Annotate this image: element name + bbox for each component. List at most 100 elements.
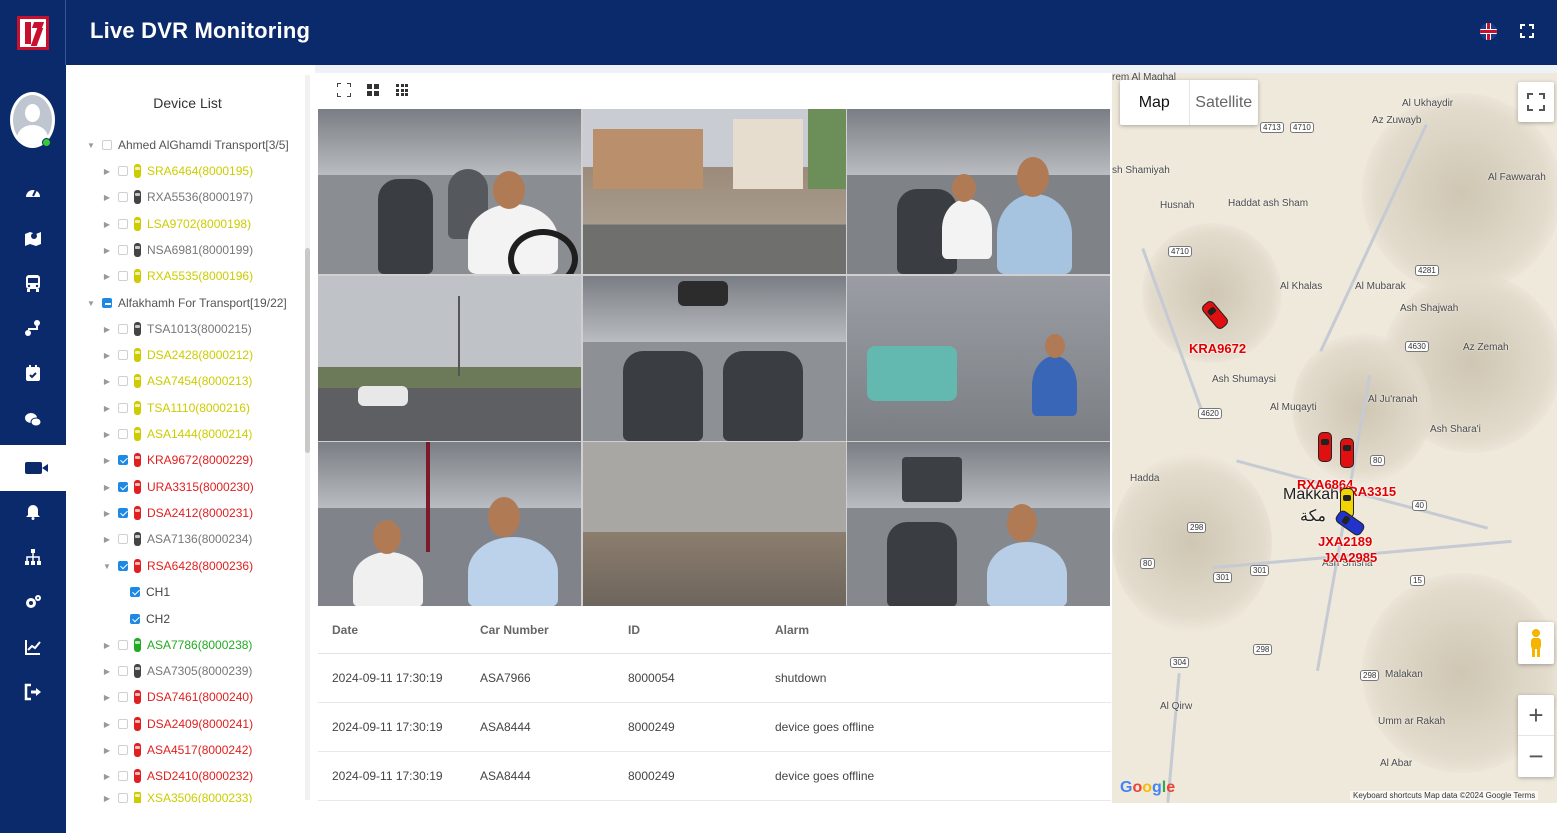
device-checkbox[interactable] <box>118 245 128 255</box>
expand-caret-icon[interactable]: ▶ <box>102 377 112 386</box>
expand-caret-icon[interactable]: ▶ <box>102 246 112 255</box>
device-checkbox[interactable] <box>118 745 128 755</box>
column-header-car-number[interactable]: Car Number <box>480 606 549 653</box>
nav-settings[interactable] <box>0 582 66 622</box>
device-checkbox[interactable] <box>118 771 128 781</box>
nav-schedule[interactable] <box>0 353 66 393</box>
expand-caret-icon[interactable]: ▶ <box>102 720 112 729</box>
expand-caret-icon[interactable]: ▶ <box>102 483 112 492</box>
device-checkbox[interactable] <box>118 793 128 803</box>
nav-messages[interactable] <box>0 400 66 440</box>
camera-feed[interactable] <box>582 442 846 606</box>
expand-caret-icon[interactable]: ▶ <box>102 325 112 334</box>
expand-caret-icon[interactable]: ▶ <box>102 641 112 650</box>
zoom-out-button[interactable]: − <box>1518 736 1554 776</box>
channel-checkbox[interactable] <box>130 614 140 624</box>
camera-feed[interactable] <box>847 442 1110 606</box>
camera-feed[interactable] <box>318 109 581 274</box>
expand-caret-icon[interactable]: ▶ <box>102 351 112 360</box>
device-checkbox[interactable] <box>118 666 128 676</box>
device-checkbox[interactable] <box>118 455 128 465</box>
expand-caret-icon[interactable]: ▶ <box>102 167 112 176</box>
group-checkbox[interactable] <box>102 140 112 150</box>
device-checkbox[interactable] <box>118 324 128 334</box>
device-checkbox[interactable] <box>118 561 128 571</box>
device-row[interactable]: ▶ DSA2428(8000212) <box>102 345 253 365</box>
device-row[interactable]: ▶ ASA7454(8000213) <box>102 371 252 391</box>
table-row[interactable]: 2024-09-11 17:30:19 ASA8444 8000249 devi… <box>318 752 1111 801</box>
device-row[interactable]: ▶ URA3315(8000230) <box>102 477 254 497</box>
column-header-id[interactable]: ID <box>628 606 640 653</box>
expand-caret-icon[interactable]: ▶ <box>102 667 112 676</box>
expand-caret-icon[interactable]: ▶ <box>102 746 112 755</box>
vehicle-marker-icon[interactable] <box>1340 438 1354 468</box>
device-checkbox[interactable] <box>118 508 128 518</box>
expand-caret-icon[interactable]: ▶ <box>102 272 112 281</box>
device-checkbox[interactable] <box>118 640 128 650</box>
expand-caret-icon[interactable]: ▶ <box>102 794 112 803</box>
device-row[interactable]: ▶ TSA1013(8000215) <box>102 319 252 339</box>
device-checkbox[interactable] <box>118 376 128 386</box>
nav-reports[interactable] <box>0 627 66 667</box>
table-row[interactable]: 2024-09-11 17:30:19 ASA8444 8000249 devi… <box>318 703 1111 752</box>
language-flag-icon[interactable] <box>1480 23 1497 40</box>
device-list-scrollbar[interactable] <box>305 248 310 453</box>
nav-video[interactable] <box>0 445 66 491</box>
nav-dashboard[interactable] <box>0 173 66 213</box>
single-view-icon[interactable] <box>336 82 352 98</box>
nine-grid-icon[interactable] <box>394 82 410 98</box>
device-row[interactable]: ▶ ASA7305(8000239) <box>102 661 252 681</box>
device-row[interactable]: ▼ RSA6428(8000236) <box>102 556 253 576</box>
device-checkbox[interactable] <box>118 166 128 176</box>
channel-row[interactable]: CH2 <box>130 609 170 629</box>
channel-checkbox[interactable] <box>130 587 140 597</box>
device-checkbox[interactable] <box>118 534 128 544</box>
camera-feed[interactable] <box>318 442 581 606</box>
device-checkbox[interactable] <box>118 271 128 281</box>
device-checkbox[interactable] <box>118 192 128 202</box>
device-row[interactable]: ▶ RXA5535(8000196) <box>102 266 253 286</box>
fullscreen-icon[interactable] <box>1520 24 1534 38</box>
channel-row[interactable]: CH1 <box>130 582 170 602</box>
expand-caret-icon[interactable]: ▶ <box>102 772 112 781</box>
expand-caret-icon[interactable]: ▶ <box>102 693 112 702</box>
column-header-date[interactable]: Date <box>332 606 358 653</box>
street-view-pegman[interactable] <box>1518 622 1554 664</box>
nav-vehicles[interactable] <box>0 263 66 303</box>
logo[interactable] <box>0 0 66 65</box>
tree-group-row[interactable]: ▼ Alfakhamh For Transport[19/22] <box>86 293 287 313</box>
device-row[interactable]: ▶ SRA6464(8000195) <box>102 161 253 181</box>
map-fullscreen-button[interactable] <box>1518 82 1554 122</box>
device-row[interactable]: ▶ DSA2412(8000231) <box>102 503 253 523</box>
device-row[interactable]: ▶ ASD2410(8000232) <box>102 766 253 786</box>
device-row[interactable]: ▶ TSA1110(8000216) <box>102 398 250 418</box>
column-header-alarm[interactable]: Alarm <box>775 606 809 653</box>
expand-caret-icon[interactable]: ▼ <box>86 299 96 308</box>
expand-caret-icon[interactable]: ▶ <box>102 193 112 202</box>
device-checkbox[interactable] <box>118 482 128 492</box>
device-row[interactable]: ▶ LSA9702(8000198) <box>102 214 251 234</box>
nav-logout[interactable] <box>0 672 66 712</box>
device-checkbox[interactable] <box>118 719 128 729</box>
tree-group-row[interactable]: ▼ Ahmed AlGhamdi Transport[3/5] <box>86 135 289 155</box>
camera-feed[interactable] <box>582 109 846 274</box>
camera-feed[interactable] <box>847 109 1110 274</box>
nav-organization[interactable] <box>0 537 66 577</box>
vehicle-marker-icon[interactable] <box>1318 432 1332 462</box>
camera-feed[interactable] <box>847 275 1110 441</box>
nav-alerts[interactable] <box>0 491 66 531</box>
camera-feed[interactable] <box>318 275 581 441</box>
expand-caret-icon[interactable]: ▶ <box>102 535 112 544</box>
table-row[interactable]: 2024-09-11 17:30:19 ASA7966 8000054 shut… <box>318 654 1111 703</box>
device-row[interactable]: ▶ RXA5536(8000197) <box>102 187 253 207</box>
device-checkbox[interactable] <box>118 429 128 439</box>
device-row[interactable]: ▶ ASA1444(8000214) <box>102 424 252 444</box>
device-row[interactable]: ▶ KRA9672(8000229) <box>102 450 253 470</box>
device-row[interactable]: ▶ ASA4517(8000242) <box>102 740 252 760</box>
expand-caret-icon[interactable]: ▼ <box>102 562 112 571</box>
four-grid-icon[interactable] <box>365 82 381 98</box>
expand-caret-icon[interactable]: ▶ <box>102 509 112 518</box>
expand-caret-icon[interactable]: ▶ <box>102 404 112 413</box>
device-checkbox[interactable] <box>118 219 128 229</box>
map-type-satellite-button[interactable]: Satellite <box>1190 80 1259 125</box>
